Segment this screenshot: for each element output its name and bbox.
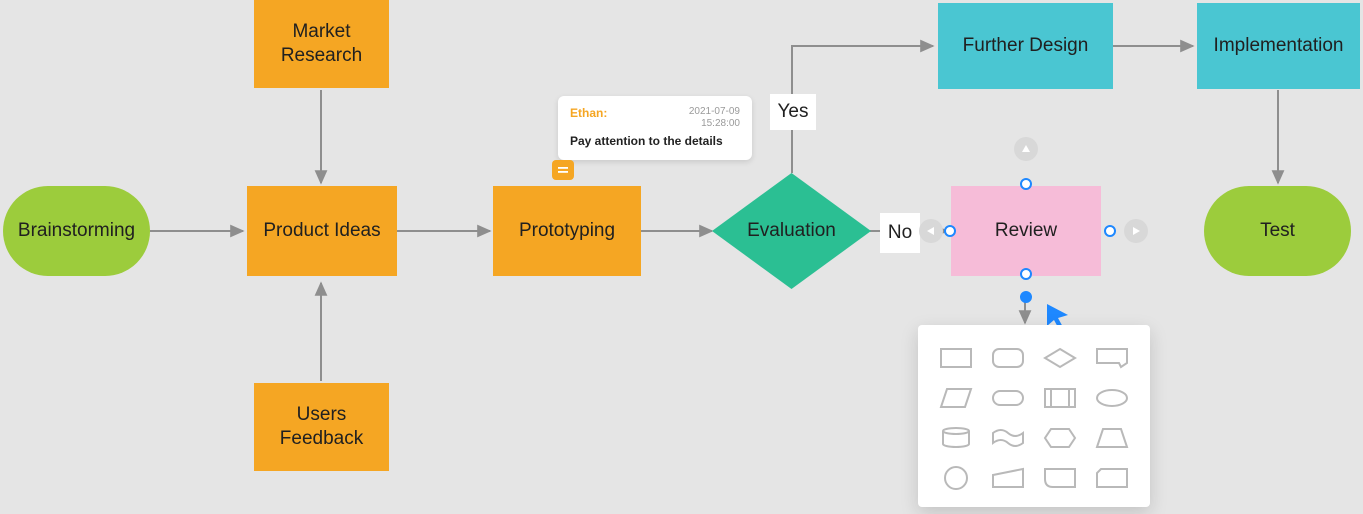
node-label: Users Feedback <box>280 403 363 451</box>
comment-header: Ethan: 2021-07-09 15:28:00 <box>570 106 740 130</box>
selection-handle-left[interactable] <box>944 225 956 237</box>
shape-trapezoid[interactable] <box>1092 423 1132 453</box>
shape-predefined-process[interactable] <box>1040 383 1080 413</box>
node-label: Market Research <box>281 20 362 68</box>
shape-manual-input[interactable] <box>988 463 1028 493</box>
node-label: Review <box>995 219 1057 243</box>
node-label: Further Design <box>963 34 1089 58</box>
diagram-canvas[interactable]: Brainstorming Market Research Product Id… <box>0 0 1363 514</box>
selection-handle-bottom-outer[interactable] <box>1020 268 1032 280</box>
shape-rounded-rect-small[interactable] <box>1040 463 1080 493</box>
edge-label-yes[interactable]: Yes <box>770 94 816 130</box>
node-implementation[interactable]: Implementation <box>1197 3 1360 89</box>
shape-rectangle[interactable] <box>936 343 976 373</box>
expand-right-icon[interactable] <box>1124 219 1148 243</box>
node-brainstorming[interactable]: Brainstorming <box>3 186 150 276</box>
shape-rounded-rectangle[interactable] <box>988 343 1028 373</box>
comment-time: 15:28:00 <box>701 118 740 129</box>
node-market-research[interactable]: Market Research <box>254 0 389 88</box>
arrows-layer <box>0 0 1363 514</box>
node-label: Test <box>1260 219 1295 243</box>
comment-meta: 2021-07-09 15:28:00 <box>689 106 740 130</box>
selection-handle-top[interactable] <box>1020 178 1032 190</box>
shape-capsule[interactable] <box>988 383 1028 413</box>
node-product-ideas[interactable]: Product Ideas <box>247 186 397 276</box>
shape-flag[interactable] <box>988 423 1028 453</box>
node-review[interactable]: Review <box>951 186 1101 276</box>
node-users-feedback[interactable]: Users Feedback <box>254 383 389 471</box>
node-label: Product Ideas <box>263 219 380 243</box>
node-evaluation[interactable]: Evaluation <box>712 173 871 289</box>
shape-circle[interactable] <box>936 463 976 493</box>
edge-label-no[interactable]: No <box>880 213 920 253</box>
shape-parallelogram[interactable] <box>936 383 976 413</box>
shape-hexagon[interactable] <box>1040 423 1080 453</box>
shape-diamond[interactable] <box>1040 343 1080 373</box>
shape-callout[interactable] <box>1092 343 1132 373</box>
shape-card[interactable] <box>1092 463 1132 493</box>
selection-handle-right[interactable] <box>1104 225 1116 237</box>
comment-date: 2021-07-09 <box>689 106 740 117</box>
node-test[interactable]: Test <box>1204 186 1351 276</box>
node-label: Brainstorming <box>18 219 135 243</box>
expand-left-icon[interactable] <box>919 219 943 243</box>
expand-up-icon[interactable] <box>1014 137 1038 161</box>
shape-cylinder[interactable] <box>936 423 976 453</box>
comment-icon[interactable] <box>552 160 574 180</box>
node-further-design[interactable]: Further Design <box>938 3 1113 89</box>
comment-body: Pay attention to the details <box>570 134 740 148</box>
node-label: Implementation <box>1214 34 1344 58</box>
shape-picker-panel[interactable] <box>918 325 1150 507</box>
node-label: Prototyping <box>519 219 615 243</box>
label-text: Yes <box>778 100 809 124</box>
label-text: No <box>888 221 912 245</box>
comment-card[interactable]: Ethan: 2021-07-09 15:28:00 Pay attention… <box>558 96 752 160</box>
selection-handle-bottom[interactable] <box>1020 291 1032 303</box>
node-prototyping[interactable]: Prototyping <box>493 186 641 276</box>
node-label: Evaluation <box>747 220 836 242</box>
comment-author: Ethan: <box>570 106 607 120</box>
shape-ellipse[interactable] <box>1092 383 1132 413</box>
